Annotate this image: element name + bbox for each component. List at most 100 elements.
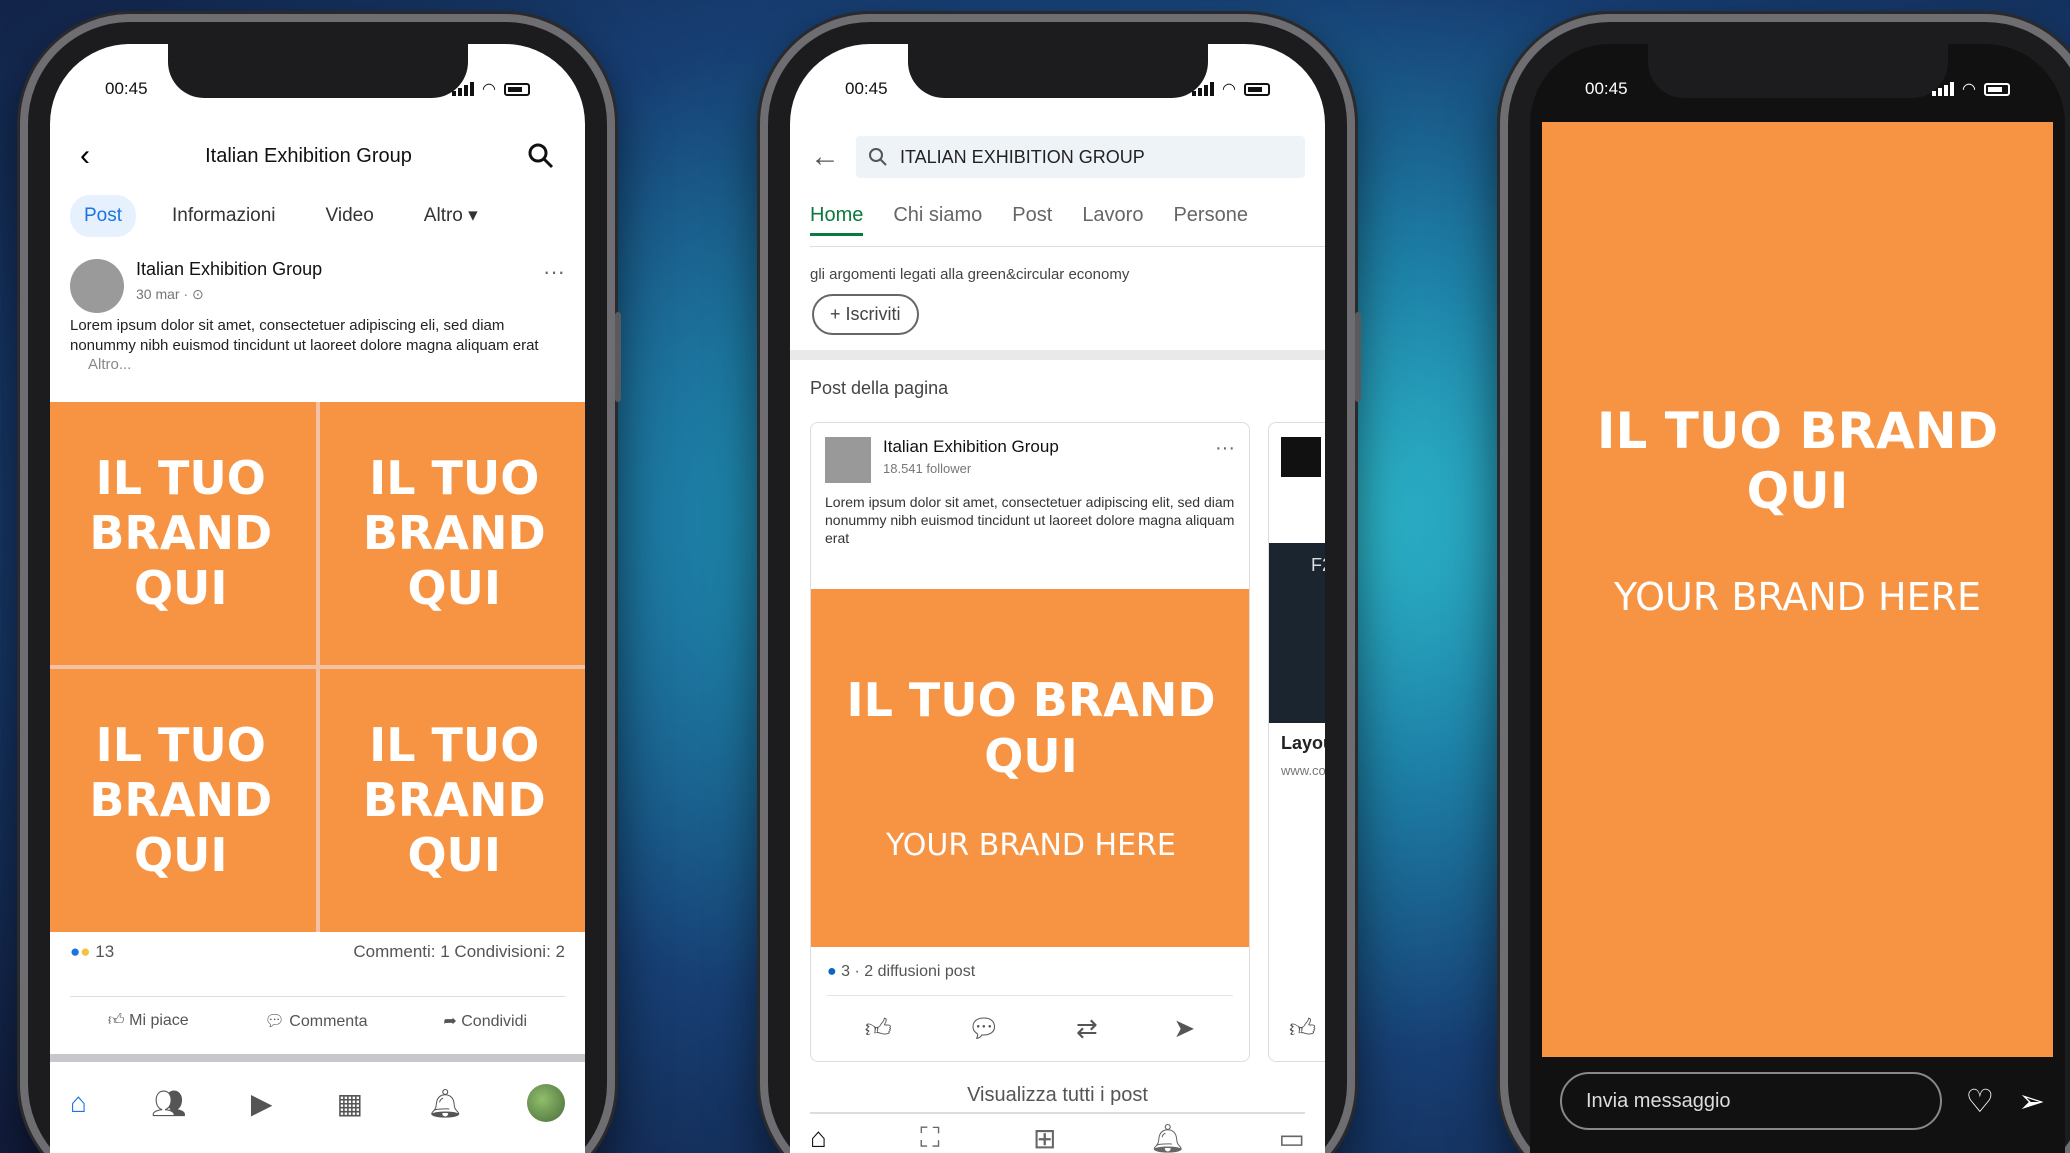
battery-icon <box>1984 82 2010 96</box>
back-arrow-icon[interactable]: ‹ <box>80 139 90 173</box>
brand-title: IL TUO BRAND QUI <box>1596 401 1999 520</box>
like-icon[interactable]: 👍︎ <box>1289 1013 1316 1044</box>
heart-icon[interactable]: ♡ <box>1966 1082 1995 1120</box>
status-icons: ◠ <box>1192 79 1270 99</box>
video-icon[interactable]: ▶ <box>251 1087 273 1120</box>
tab-home[interactable]: Home <box>810 204 864 236</box>
tab-informazioni[interactable]: Informazioni <box>158 195 290 237</box>
post-actions: 👍︎ 💬︎ ⇄ ➤ <box>827 1013 1233 1044</box>
search-value: ITALIAN EXHIBITION GROUP <box>900 146 1145 167</box>
brand-image-grid[interactable]: IL TUO BRAND QUI IL TUO BRAND QUI IL TUO… <box>50 402 585 932</box>
status-bar: 00:45 ◠ <box>105 74 530 104</box>
follow-button[interactable]: + Iscriviti <box>812 294 919 335</box>
post-author[interactable]: Italian Exhibition Group <box>883 437 1203 457</box>
search-input[interactable]: ITALIAN EXHIBITION GROUP <box>856 136 1305 178</box>
follower-count: 18.541 follower <box>883 461 972 476</box>
comment-share-counts[interactable]: Commenti: 1 Condivisioni: 2 <box>353 942 565 962</box>
brand-image[interactable]: IL TUO BRAND QUI YOUR BRAND HERE <box>811 589 1249 947</box>
status-bar: 00:45 ◠ <box>1585 74 2010 104</box>
story-reply-bar: Invia messaggio ♡ ➢ <box>1560 1072 2045 1130</box>
send-icon[interactable]: ➢ <box>2018 1082 2045 1120</box>
more-icon[interactable]: ··· <box>543 259 565 313</box>
profile-avatar[interactable] <box>526 1084 565 1122</box>
send-icon[interactable]: ➤ <box>1173 1013 1195 1044</box>
brand-tile-text: IL TUO BRAND QUI <box>89 450 273 616</box>
status-icons: ◠ <box>452 79 530 99</box>
like-icon: 👍︎ <box>107 1012 125 1029</box>
phone-instagram: 00:45 ◠ IL TUO BRAND QUI YOUR BRAND HERE… <box>1500 14 2070 1153</box>
company-logo[interactable] <box>825 437 871 483</box>
wifi-icon: ◠ <box>1222 81 1236 98</box>
story-brand-image[interactable]: IL TUO BRAND QUI YOUR BRAND HERE <box>1542 122 2053 1057</box>
signal-icon <box>1192 82 1215 96</box>
bell-icon[interactable]: 🔔︎ <box>1150 1122 1186 1153</box>
tab-lavoro[interactable]: Lavoro <box>1082 204 1143 236</box>
wifi-icon: ◠ <box>1962 81 1976 98</box>
like-button[interactable]: 👍︎ Mi piace <box>108 1011 189 1031</box>
search-row: ← ITALIAN EXHIBITION GROUP <box>810 136 1305 178</box>
post-stats[interactable]: ● 3 · 2 diffusioni post <box>827 963 1233 996</box>
page-description: gli argomenti legati alla green&circular… <box>810 266 1130 283</box>
linkedin-tabs: Home Chi siamo Post Lavoro Persone <box>810 204 1325 247</box>
tab-post[interactable]: Post <box>1012 204 1052 236</box>
more-icon[interactable]: ··· <box>1215 437 1235 483</box>
brand-tile-text: IL TUO BRAND QUI <box>89 717 273 883</box>
image-label: F2 <box>1311 555 1325 575</box>
post-card[interactable]: Italian Exhibition Group 18.541 follower… <box>810 422 1250 1062</box>
page-title: Italian Exhibition Group <box>205 144 412 167</box>
comment-icon[interactable]: 💬︎ <box>967 1013 1000 1044</box>
search-icon <box>869 148 887 166</box>
reaction-count: 13 <box>95 942 115 961</box>
bottom-nav: ⌂ 👥︎ ▶ ▦ 🔔︎ <box>70 1084 565 1122</box>
home-icon[interactable]: ⌂ <box>810 1122 827 1153</box>
bottom-nav: ⌂ ⛶ ⊞ 🔔︎ ▭ <box>810 1112 1305 1153</box>
repost-icon[interactable]: ⇄ <box>1076 1013 1098 1044</box>
like-icon[interactable]: 👍︎ <box>865 1013 892 1044</box>
post-body: Lorem ipsum dolor sit amet, consectetuer… <box>825 494 1235 547</box>
divider <box>50 1054 585 1062</box>
network-icon[interactable]: ⛶ <box>920 1122 940 1153</box>
share-label: Condividi <box>461 1013 528 1030</box>
next-post-card[interactable]: F2 Layou www.co 👍︎ <box>1268 422 1325 1062</box>
home-icon[interactable]: ⌂ <box>70 1087 87 1119</box>
brand-tile: IL TUO BRAND QUI <box>50 402 316 665</box>
tab-post[interactable]: Post <box>70 194 137 237</box>
battery-icon <box>1244 82 1270 96</box>
wifi-icon: ◠ <box>482 81 496 98</box>
post-body: Lorem ipsum dolor sit amet, consectetuer… <box>70 317 539 354</box>
section-title: Post della pagina <box>810 378 949 398</box>
share-button[interactable]: ➦ Condividi <box>443 1011 527 1031</box>
brand-title: IL TUO BRAND QUI <box>846 673 1216 783</box>
see-more-link[interactable]: Altro... <box>88 356 131 373</box>
post-stats: ●● 13 Commenti: 1 Condivisioni: 2 <box>70 942 565 962</box>
comment-button[interactable]: 💬︎ Commenta <box>265 1011 368 1031</box>
jobs-icon[interactable]: ▭ <box>1278 1122 1304 1153</box>
search-icon[interactable] <box>527 142 555 170</box>
status-time: 00:45 <box>105 79 148 98</box>
phone-linkedin: 00:45 ◠ ← ITALIAN EXHIBITION GROUP Home … <box>760 14 1361 1153</box>
message-input[interactable]: Invia messaggio <box>1560 1072 1942 1130</box>
reactions[interactable]: ●● 13 <box>70 942 114 962</box>
friends-icon[interactable]: 👥︎ <box>151 1087 187 1120</box>
message-placeholder: Invia messaggio <box>1586 1089 1731 1112</box>
post-icon[interactable]: ⊞ <box>1033 1122 1056 1153</box>
brand-tile-text: IL TUO BRAND QUI <box>362 717 546 883</box>
next-post-url: www.co <box>1281 763 1325 778</box>
back-arrow-icon[interactable]: ← <box>810 140 840 174</box>
next-post-title: Layou <box>1281 733 1325 753</box>
avatar[interactable] <box>70 259 124 313</box>
post-author[interactable]: Italian Exhibition Group <box>136 259 531 280</box>
facebook-screen: 00:45 ◠ ‹ Italian Exhibition Group Post … <box>50 44 585 1153</box>
battery-icon <box>504 82 530 96</box>
tab-altro[interactable]: Altro ▾ <box>410 194 492 237</box>
tab-persone[interactable]: Persone <box>1173 204 1248 236</box>
view-all-posts-link[interactable]: Visualizza tutti i post <box>790 1084 1325 1107</box>
brand-tile: IL TUO BRAND QUI <box>319 669 585 932</box>
bell-icon[interactable]: 🔔︎ <box>427 1087 463 1120</box>
tab-chi-siamo[interactable]: Chi siamo <box>893 204 982 236</box>
marketplace-icon[interactable]: ▦ <box>337 1087 363 1120</box>
phone-facebook: 00:45 ◠ ‹ Italian Exhibition Group Post … <box>20 14 621 1153</box>
tab-video[interactable]: Video <box>312 195 388 237</box>
post-image: F2 <box>1269 543 1325 723</box>
status-time: 00:45 <box>1585 79 1628 98</box>
